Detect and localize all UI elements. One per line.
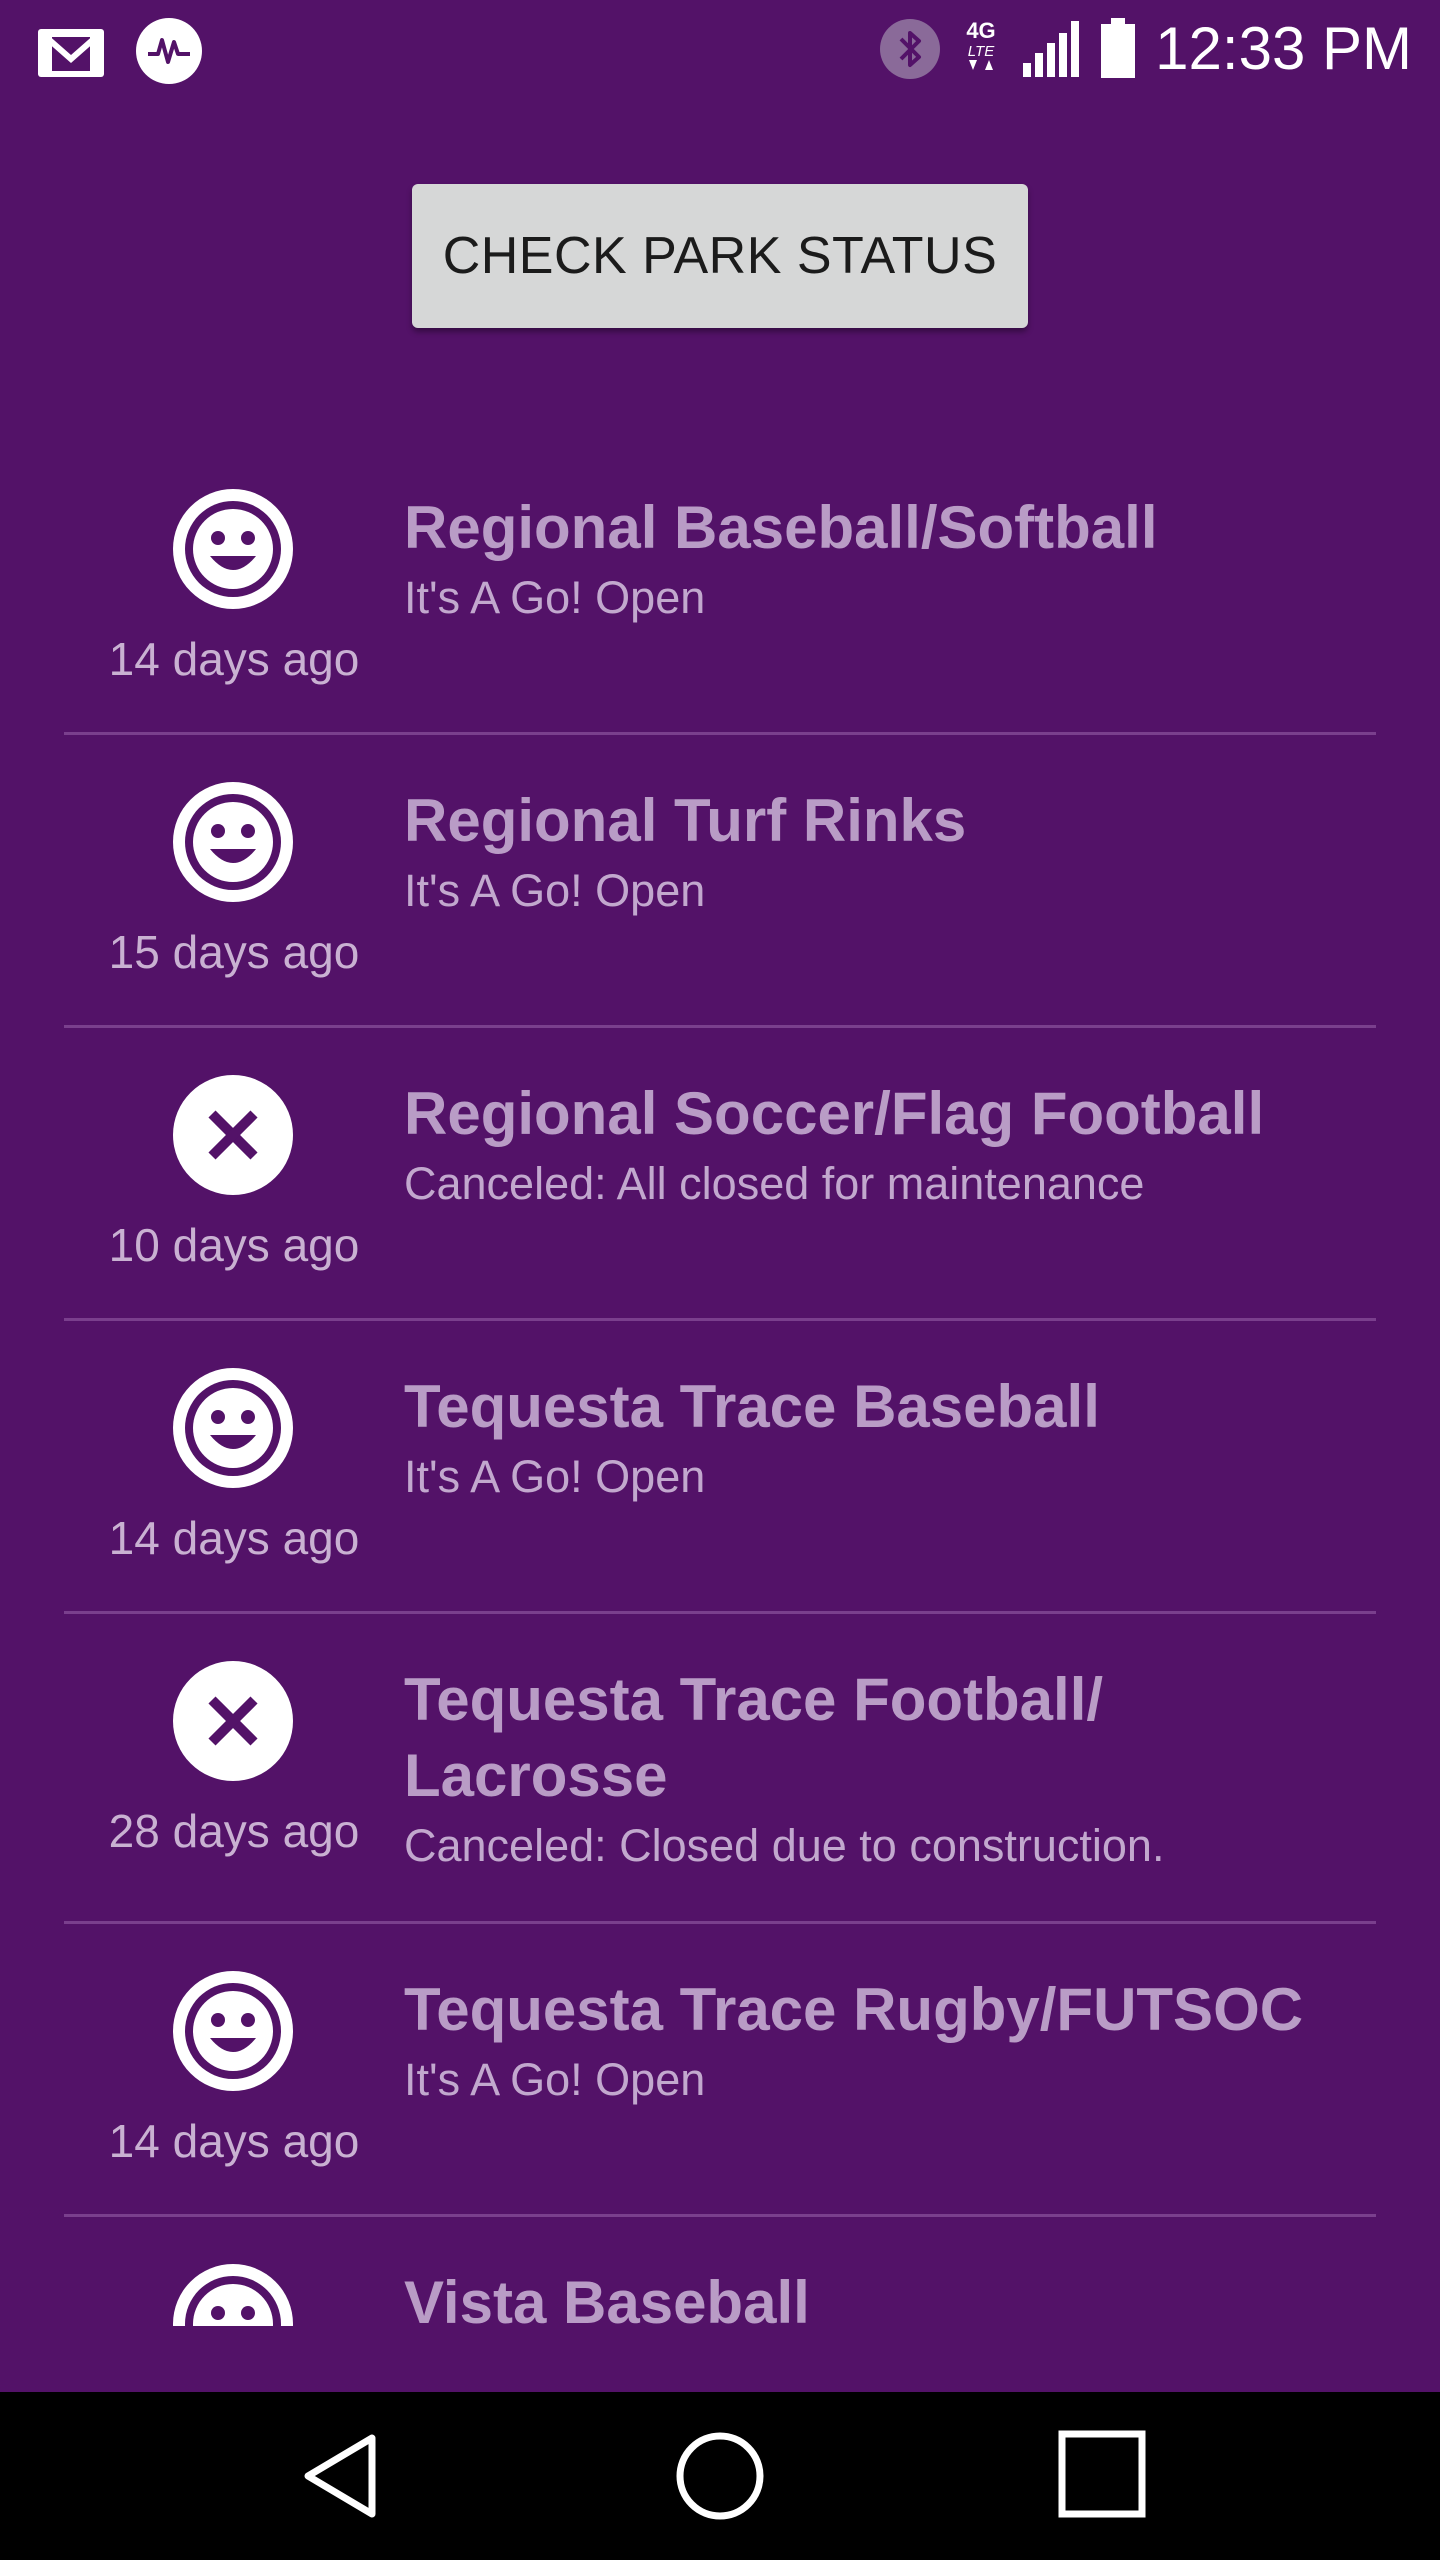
- notification-icons: [36, 16, 204, 86]
- recents-icon[interactable]: [1040, 2426, 1160, 2526]
- park-name: Regional Baseball/Softball: [404, 494, 1158, 561]
- park-status: Canceled: Closed due to construction.: [404, 1820, 1165, 1871]
- park-status: It's A Go! Open: [404, 572, 706, 623]
- park-name: Regional Soccer/Flag Football: [404, 1080, 1265, 1147]
- smiley-icon: [172, 488, 294, 610]
- 4g-lte-icon: 4G LTE: [959, 16, 1003, 82]
- close-circle-icon: [172, 1660, 294, 1782]
- gmail-icon: [36, 21, 108, 81]
- bluetooth-icon: [879, 18, 941, 80]
- updated-time: 14 days ago: [108, 2115, 360, 2167]
- signal-icon: [1021, 19, 1081, 79]
- updated-time: 14 days ago: [108, 1512, 360, 1564]
- park-status: Canceled: All closed for maintenance: [404, 1158, 1145, 1209]
- park-item-regional-soccer[interactable]: 10 days ago Regional Soccer/Flag Footbal…: [64, 1028, 1376, 1321]
- navigation-bar: [0, 2392, 1440, 2560]
- updated-time: 15 days ago: [108, 926, 360, 978]
- check-park-status-button[interactable]: CHECK PARK STATUS: [412, 184, 1028, 328]
- clock: 12:33 PM: [1155, 15, 1412, 82]
- park-item-regional-turf[interactable]: 15 days ago Regional Turf Rinks It's A G…: [64, 735, 1376, 1028]
- park-name: Tequesta Trace Rugby/FUTSOC: [404, 1976, 1304, 2043]
- updated-time: 28 days ago: [108, 1805, 360, 1857]
- home-icon[interactable]: [660, 2426, 780, 2526]
- park-item-tequesta-baseball[interactable]: 14 days ago Tequesta Trace Baseball It's…: [64, 1321, 1376, 1614]
- network-sub-label: LTE: [968, 43, 995, 60]
- park-item-tequesta-rugby[interactable]: 14 days ago Tequesta Trace Rugby/FUTSOC …: [64, 1924, 1376, 2217]
- status-bar: 4G LTE 12:33 PM: [0, 0, 1440, 100]
- park-item-vista-baseball[interactable]: Vista Baseball: [64, 2217, 1376, 2326]
- updated-time: 10 days ago: [108, 1219, 360, 1271]
- park-name-line-2: Lacrosse: [404, 1742, 668, 1809]
- park-status: It's A Go! Open: [404, 1451, 706, 1502]
- back-icon[interactable]: [280, 2426, 400, 2526]
- network-label: 4G: [966, 18, 995, 43]
- close-circle-icon: [172, 1074, 294, 1196]
- park-status: It's A Go! Open: [404, 2054, 706, 2105]
- park-item-regional-baseball[interactable]: 14 days ago Regional Baseball/Softball I…: [64, 442, 1376, 735]
- park-status: It's A Go! Open: [404, 865, 706, 916]
- battery-icon: [1099, 18, 1137, 80]
- park-list: 14 days ago Regional Baseball/Softball I…: [64, 442, 1376, 2326]
- park-name-line-1: Tequesta Trace Football/: [404, 1666, 1104, 1733]
- park-item-tequesta-football[interactable]: 28 days ago Tequesta Trace Football/ Lac…: [64, 1614, 1376, 1924]
- smiley-icon: [172, 1970, 294, 2092]
- park-name: Vista Baseball: [404, 2269, 810, 2326]
- park-name: Tequesta Trace Baseball: [404, 1373, 1100, 1440]
- smiley-icon: [172, 1367, 294, 1489]
- updated-time: 14 days ago: [108, 633, 360, 685]
- smiley-icon: [172, 781, 294, 903]
- musically-icon: [134, 16, 204, 86]
- park-name: Regional Turf Rinks: [404, 787, 967, 854]
- system-icons: 4G LTE 12:33 PM: [879, 12, 1412, 86]
- smiley-icon: [172, 2263, 294, 2326]
- app-screen: 4G LTE 12:33 PM CHECK PARK STATUS 14 day…: [0, 0, 1440, 2560]
